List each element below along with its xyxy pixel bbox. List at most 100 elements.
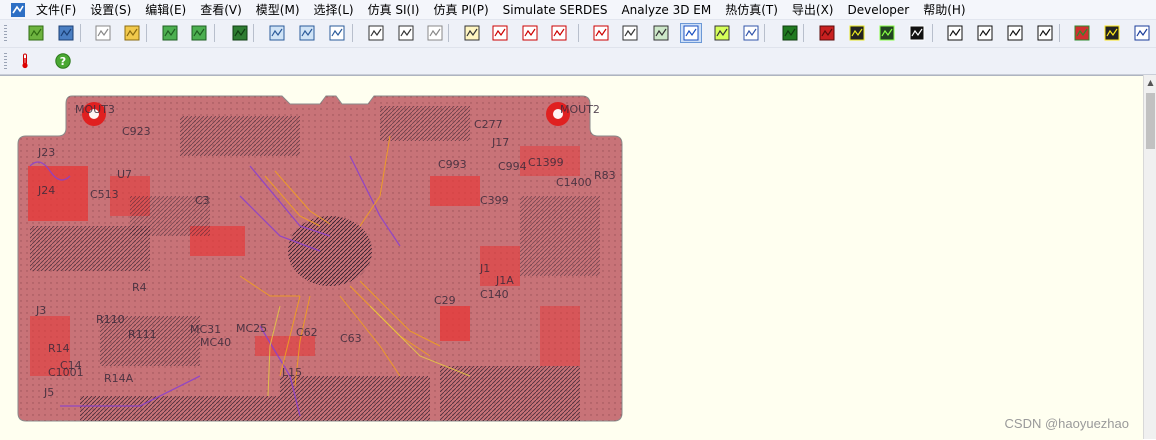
eye-signal-icon: [683, 25, 699, 41]
menu-item-6[interactable]: 仿真 SI(I): [363, 1, 429, 19]
menu-item-8[interactable]: Simulate SERDES: [498, 1, 617, 19]
toolbar-separator: [448, 24, 449, 42]
menu-item-5[interactable]: 选择(L): [309, 1, 363, 19]
toolbar-grip[interactable]: [4, 25, 7, 41]
pdn-button[interactable]: [1004, 23, 1026, 43]
new-file-button[interactable]: [92, 23, 114, 43]
toolbar-grip[interactable]: [4, 53, 7, 69]
toolbar-separator: [764, 24, 765, 42]
menu-item-2[interactable]: 编辑(E): [140, 1, 195, 19]
zoom-in-button[interactable]: [266, 23, 288, 43]
scope-button[interactable]: [548, 23, 570, 43]
refdes-label: L15: [282, 366, 303, 379]
refdes-label: R111: [128, 328, 157, 341]
matrix-button[interactable]: [876, 23, 898, 43]
probe-button[interactable]: [489, 23, 511, 43]
menu-item-10[interactable]: 热仿真(T): [720, 1, 787, 19]
via-button[interactable]: [711, 23, 733, 43]
zoom-fit-button[interactable]: [326, 23, 348, 43]
scroll-thumb[interactable]: [1146, 93, 1155, 149]
power-bars-button[interactable]: [1101, 23, 1123, 43]
menu-item-0[interactable]: 文件(F): [31, 1, 85, 19]
histogram-icon: [849, 25, 865, 41]
waveform-edit-button[interactable]: [519, 23, 541, 43]
thermal-map-button[interactable]: [1071, 23, 1093, 43]
rise-time-button[interactable]: [974, 23, 996, 43]
scroll-up-icon[interactable]: ▲: [1145, 77, 1156, 88]
help-button[interactable]: ?: [52, 51, 74, 71]
menu-bar: 文件(F) 设置(S) 编辑(E) 查看(V) 模型(M) 选择(L) 仿真 SI(I) 仿真…: [0, 0, 1156, 20]
refdes-label: C994: [498, 160, 527, 173]
transmission-line-button[interactable]: [650, 23, 672, 43]
refdes-label: MOUT2: [560, 103, 600, 116]
refdes-label: J24: [38, 184, 56, 197]
menu-item-3[interactable]: 查看(V): [195, 1, 251, 19]
menu-item-9[interactable]: Analyze 3D EM: [616, 1, 720, 19]
histogram-button[interactable]: [846, 23, 868, 43]
refdes-label: J1: [480, 262, 491, 275]
layer-stack-button[interactable]: [229, 23, 251, 43]
refdes-label: J23: [38, 146, 56, 159]
refdes-label: C923: [122, 125, 151, 138]
menu-item-7[interactable]: 仿真 PI(P): [428, 1, 497, 19]
toolbar-separator: [214, 24, 215, 42]
vertical-scrollbar[interactable]: ▲: [1143, 75, 1156, 439]
menu-item-4[interactable]: 模型(M): [251, 1, 309, 19]
new-file-icon: [95, 25, 111, 41]
refdes-label: C513: [90, 188, 119, 201]
crosstalk-button[interactable]: [779, 23, 801, 43]
open-folder-button[interactable]: [121, 23, 143, 43]
report-icon: [909, 25, 925, 41]
coil-button[interactable]: [590, 23, 612, 43]
refdes-label: R110: [96, 313, 125, 326]
crosstalk-icon: [782, 25, 798, 41]
document-button[interactable]: [424, 23, 446, 43]
ibis-model-button[interactable]: [619, 23, 641, 43]
refdes-label: C1399: [528, 156, 564, 169]
power-bars-icon: [1104, 25, 1120, 41]
coil-icon: [593, 25, 609, 41]
menu-item-13[interactable]: 帮助(H): [918, 1, 974, 19]
refdes-label: U7: [117, 168, 133, 181]
zoom-out-button[interactable]: [296, 23, 318, 43]
zoom-in-icon: [269, 25, 285, 41]
refdes-label: C140: [480, 288, 509, 301]
component-select-button[interactable]: [365, 23, 387, 43]
open-project-icon: [28, 25, 44, 41]
thermometer-icon: [22, 53, 28, 69]
menu-item-12[interactable]: Developer: [843, 1, 919, 19]
scope-icon: [551, 25, 567, 41]
layout-canvas[interactable]: MOUT3 MOUT2 C923 J17 C277 J23 J24 J1 J3 J5 R83 R14 C…: [0, 75, 1143, 440]
component-select-icon: [368, 25, 384, 41]
probe-icon: [492, 25, 508, 41]
matrix-icon: [879, 25, 895, 41]
s-param-button[interactable]: [1034, 23, 1056, 43]
toolbar-separator: [80, 24, 81, 42]
spectrum-icon: [819, 25, 835, 41]
report-button[interactable]: [906, 23, 928, 43]
pcb-board-view[interactable]: [0, 76, 1143, 440]
net-route-button[interactable]: [740, 23, 762, 43]
emi-brush-icon: [1134, 25, 1150, 41]
toolbar-separator: [932, 24, 933, 42]
via-icon: [714, 25, 730, 41]
save-button[interactable]: [55, 23, 77, 43]
toolbar-separator: [578, 24, 579, 42]
eye-diagram-button[interactable]: [944, 23, 966, 43]
refdes-label: C1001: [48, 366, 84, 379]
menu-item-11[interactable]: 导出(X): [787, 1, 843, 19]
netlist-button[interactable]: [461, 23, 483, 43]
thermometer-button[interactable]: [14, 51, 36, 71]
board-save-button[interactable]: [188, 23, 210, 43]
pin-select-button[interactable]: [395, 23, 417, 43]
emi-brush-button[interactable]: [1131, 23, 1153, 43]
import-board-button[interactable]: [159, 23, 181, 43]
layer-stack-icon: [232, 25, 248, 41]
eye-signal-button[interactable]: [680, 23, 702, 43]
menu-item-1[interactable]: 设置(S): [85, 1, 140, 19]
refdes-label: J1A: [496, 274, 514, 287]
spectrum-button[interactable]: [816, 23, 838, 43]
open-project-button[interactable]: [25, 23, 47, 43]
import-board-icon: [162, 25, 178, 41]
refdes-label: MC25: [236, 322, 268, 335]
